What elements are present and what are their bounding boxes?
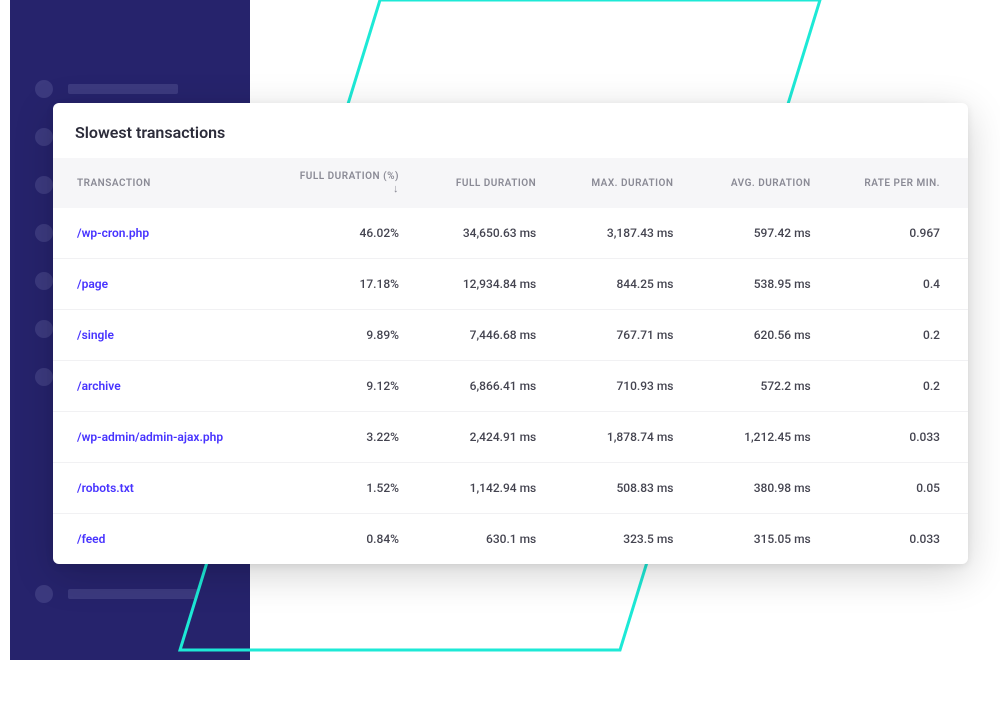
cell-max-duration: 1,878.74 ms [556, 412, 693, 463]
transaction-link[interactable]: /wp-admin/admin-ajax.php [77, 430, 223, 444]
transactions-table: Transaction Full Duration (%) ↓ Full Dur… [53, 158, 968, 564]
cell-transaction: /wp-cron.php [53, 208, 273, 259]
cell-transaction: /single [53, 310, 273, 361]
col-header-full-duration[interactable]: Full Duration [419, 158, 556, 208]
cell-full-duration: 34,650.63 ms [419, 208, 556, 259]
cell-avg-duration: 1,212.45 ms [693, 412, 830, 463]
col-header-label: Avg. Duration [731, 178, 811, 189]
transaction-link[interactable]: /archive [77, 379, 121, 393]
cell-rate-per-min: 0.967 [831, 208, 968, 259]
cell-avg-duration: 620.56 ms [693, 310, 830, 361]
cell-transaction: /robots.txt [53, 463, 273, 514]
cell-full-duration-pct: 3.22% [273, 412, 419, 463]
cell-max-duration: 844.25 ms [556, 259, 693, 310]
table-row: /page 17.18%12,934.84 ms844.25 ms538.95 m… [53, 259, 968, 310]
col-header-label: Full Duration (%) [300, 171, 399, 182]
cell-rate-per-min: 0.033 [831, 514, 968, 565]
table-row: /wp-cron.php 46.02%34,650.63 ms3,187.43 m… [53, 208, 968, 259]
transaction-link[interactable]: /wp-cron.php [77, 226, 149, 240]
cell-full-duration-pct: 17.18% [273, 259, 419, 310]
decorative-sidebar-bottom [10, 570, 250, 618]
cell-full-duration: 630.1 ms [419, 514, 556, 565]
cell-max-duration: 3,187.43 ms [556, 208, 693, 259]
table-row: /robots.txt 1.52%1,142.94 ms508.83 ms380.… [53, 463, 968, 514]
cell-avg-duration: 597.42 ms [693, 208, 830, 259]
cell-max-duration: 323.5 ms [556, 514, 693, 565]
sidebar-placeholder-item [10, 570, 250, 618]
table-row: /feed 0.84%630.1 ms323.5 ms315.05 ms0.033 [53, 514, 968, 565]
cell-full-duration: 7,446.68 ms [419, 310, 556, 361]
transaction-link[interactable]: /feed [77, 532, 105, 546]
cell-full-duration: 12,934.84 ms [419, 259, 556, 310]
col-header-label: Full Duration [456, 178, 536, 189]
cell-rate-per-min: 0.2 [831, 361, 968, 412]
cell-avg-duration: 380.98 ms [693, 463, 830, 514]
transaction-link[interactable]: /page [77, 277, 108, 291]
cell-transaction: /archive [53, 361, 273, 412]
cell-full-duration-pct: 9.89% [273, 310, 419, 361]
col-header-full-duration-pct[interactable]: Full Duration (%) ↓ [273, 158, 419, 208]
cell-avg-duration: 572.2 ms [693, 361, 830, 412]
transaction-link[interactable]: /single [77, 328, 114, 342]
cell-transaction: /page [53, 259, 273, 310]
sort-descending-icon: ↓ [393, 182, 399, 195]
col-header-rate-per-min[interactable]: Rate per min. [831, 158, 968, 208]
col-header-label: Rate per min. [864, 178, 940, 189]
cell-avg-duration: 538.95 ms [693, 259, 830, 310]
cell-full-duration: 2,424.91 ms [419, 412, 556, 463]
transaction-link[interactable]: /robots.txt [77, 481, 134, 495]
cell-full-duration-pct: 9.12% [273, 361, 419, 412]
cell-max-duration: 508.83 ms [556, 463, 693, 514]
cell-avg-duration: 315.05 ms [693, 514, 830, 565]
table-row: /wp-admin/admin-ajax.php 3.22%2,424.91 ms… [53, 412, 968, 463]
cell-rate-per-min: 0.4 [831, 259, 968, 310]
cell-rate-per-min: 0.033 [831, 412, 968, 463]
table-row: /single 9.89%7,446.68 ms767.71 ms620.56 m… [53, 310, 968, 361]
cell-full-duration: 6,866.41 ms [419, 361, 556, 412]
cell-rate-per-min: 0.2 [831, 310, 968, 361]
card-title: Slowest transactions [53, 103, 968, 158]
cell-max-duration: 767.71 ms [556, 310, 693, 361]
cell-max-duration: 710.93 ms [556, 361, 693, 412]
cell-transaction: /feed [53, 514, 273, 565]
col-header-label: Max. Duration [591, 178, 673, 189]
cell-transaction: /wp-admin/admin-ajax.php [53, 412, 273, 463]
cell-rate-per-min: 0.05 [831, 463, 968, 514]
col-header-avg-duration[interactable]: Avg. Duration [693, 158, 830, 208]
table-header-row: Transaction Full Duration (%) ↓ Full Dur… [53, 158, 968, 208]
table-row: /archive 9.12%6,866.41 ms710.93 ms572.2 m… [53, 361, 968, 412]
slowest-transactions-card: Slowest transactions Transaction Full Du… [53, 103, 968, 564]
cell-full-duration-pct: 46.02% [273, 208, 419, 259]
col-header-transaction[interactable]: Transaction [53, 158, 273, 208]
cell-full-duration-pct: 0.84% [273, 514, 419, 565]
col-header-label: Transaction [77, 178, 151, 189]
col-header-max-duration[interactable]: Max. Duration [556, 158, 693, 208]
cell-full-duration: 1,142.94 ms [419, 463, 556, 514]
cell-full-duration-pct: 1.52% [273, 463, 419, 514]
